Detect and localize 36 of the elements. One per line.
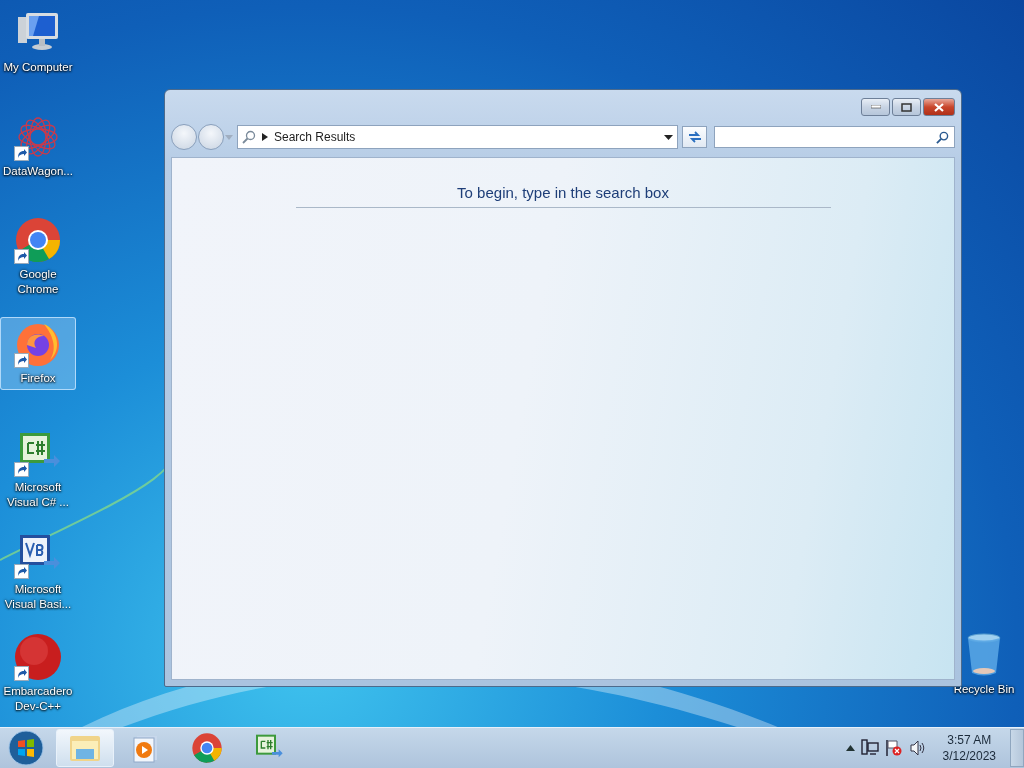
- restore-icon: [901, 102, 912, 112]
- instruction-text: To begin, type in the search box: [457, 184, 669, 201]
- folder-icon: [69, 733, 101, 763]
- icon-label[interactable]: Microsoft Visual C# ...: [1, 480, 75, 510]
- start-button[interactable]: [6, 729, 46, 767]
- icon-label[interactable]: Microsoft Visual Basi...: [1, 582, 75, 612]
- clock-time: 3:57 AM: [947, 732, 992, 748]
- close-icon: [934, 102, 944, 112]
- refresh-button[interactable]: [682, 126, 707, 148]
- show-hidden-icons-button[interactable]: [845, 745, 855, 751]
- windows-orb-icon: [8, 730, 44, 766]
- icon-label[interactable]: Embarcadero Dev-C++: [1, 684, 75, 714]
- minimize-icon: [870, 105, 881, 109]
- address-bar[interactable]: Search Results: [237, 125, 678, 149]
- restore-button[interactable]: [892, 98, 921, 116]
- breadcrumb[interactable]: Search Results: [274, 130, 658, 144]
- network-icon[interactable]: [860, 739, 879, 757]
- clock-date: 3/12/2023: [942, 748, 996, 764]
- close-button[interactable]: [923, 98, 955, 116]
- search-field[interactable]: [714, 126, 955, 148]
- volume-icon[interactable]: [908, 739, 927, 757]
- refresh-arrows-icon: [686, 130, 703, 144]
- minimize-button[interactable]: [861, 98, 890, 116]
- icon-label[interactable]: Google Chrome: [1, 267, 75, 297]
- chrome-icon: [14, 216, 62, 264]
- circle-logo-icon: [14, 633, 62, 681]
- search-icon: [242, 130, 256, 144]
- icon-label[interactable]: DataWagon...: [1, 164, 75, 179]
- flag-warning-icon[interactable]: [884, 739, 903, 757]
- search-icon: [936, 130, 949, 144]
- breadcrumb-arrow-icon[interactable]: [262, 133, 268, 141]
- dropdown-caret-icon[interactable]: [664, 134, 673, 140]
- up-caret-icon: [845, 745, 855, 751]
- chrome-icon: [191, 732, 223, 764]
- icon-label[interactable]: My Computer: [1, 60, 75, 75]
- clock[interactable]: 3:57 AM 3/12/2023: [942, 732, 996, 764]
